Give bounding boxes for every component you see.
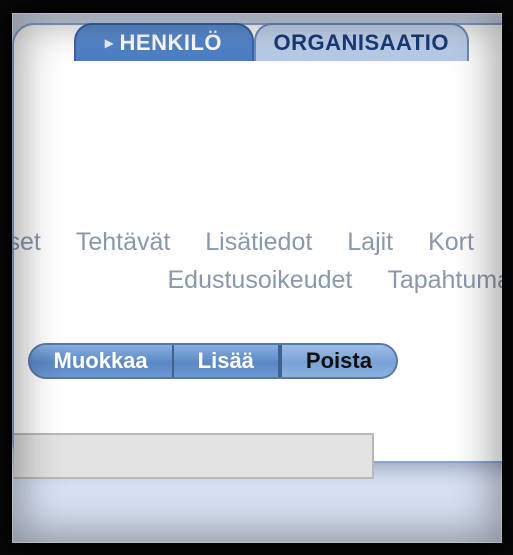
edit-button[interactable]: Muokkaa xyxy=(30,345,174,377)
action-bar: Muokkaa Lisää Poista xyxy=(28,343,398,379)
tab-person-label: HENKILÖ xyxy=(120,30,223,56)
delete-button-label: Poista xyxy=(306,348,372,374)
main-panel: HENKILÖ ORGANISAATIO set Tehtävät Lisäti… xyxy=(12,23,502,463)
subnav-item[interactable]: Kort xyxy=(414,223,488,261)
subnav-item[interactable]: Edustusoikeudet xyxy=(154,261,367,299)
subnav-item[interactable]: set xyxy=(12,223,55,261)
add-button[interactable]: Lisää xyxy=(174,345,280,377)
add-button-label: Lisää xyxy=(198,348,254,374)
subnav: set Tehtävät Lisätiedot Lajit Kort Edust… xyxy=(12,223,502,299)
subnav-row-2: Edustusoikeudet Tapahtuma xyxy=(12,261,502,299)
subnav-item[interactable]: Tapahtuma xyxy=(373,261,501,299)
subnav-item[interactable]: Lajit xyxy=(333,223,407,261)
primary-tabs: HENKILÖ ORGANISAATIO xyxy=(74,23,469,61)
tab-person[interactable]: HENKILÖ xyxy=(74,23,254,61)
tab-organisation[interactable]: ORGANISAATIO xyxy=(254,23,469,61)
edit-button-label: Muokkaa xyxy=(54,348,148,374)
subnav-item[interactable]: Lisätiedot xyxy=(191,223,326,261)
subnav-row-1: set Tehtävät Lisätiedot Lajit Kort xyxy=(12,223,502,261)
app-window: HENKILÖ ORGANISAATIO set Tehtävät Lisäti… xyxy=(12,13,502,543)
tab-organisation-label: ORGANISAATIO xyxy=(274,30,449,56)
subnav-item[interactable]: Tehtävät xyxy=(62,223,185,261)
text-input[interactable] xyxy=(14,433,374,479)
content-area: set Tehtävät Lisätiedot Lajit Kort Edust… xyxy=(14,63,502,461)
delete-button[interactable]: Poista xyxy=(280,345,396,377)
